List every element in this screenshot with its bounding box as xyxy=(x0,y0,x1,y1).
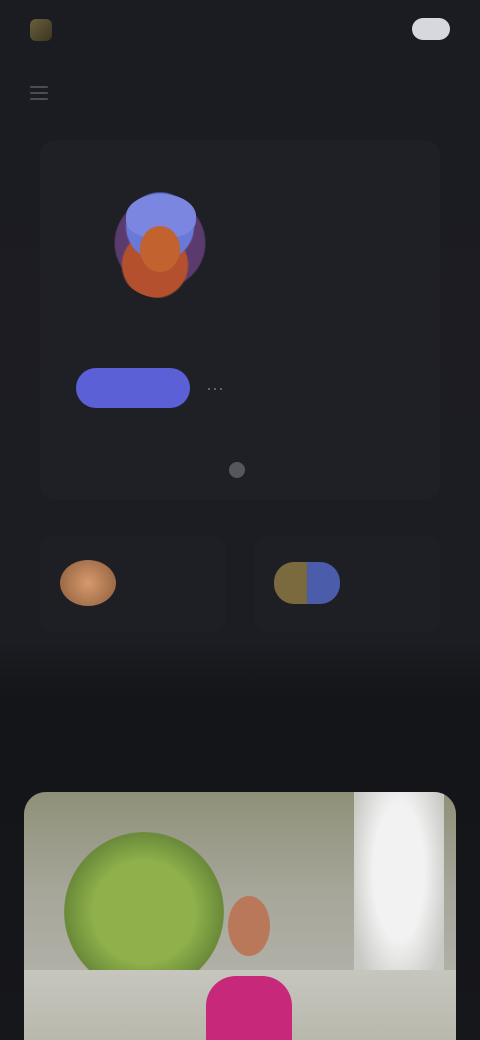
stat-1[interactable] xyxy=(276,198,396,228)
profile-screen: ··· xyxy=(0,0,480,1040)
stat-value xyxy=(276,370,396,394)
group-icon xyxy=(274,562,340,604)
feed-image-card[interactable] xyxy=(24,792,456,1040)
avatar[interactable] xyxy=(110,188,210,298)
top-actions xyxy=(402,18,450,40)
app-logo[interactable] xyxy=(30,12,142,48)
top-bar xyxy=(0,0,480,64)
profile-card: ··· xyxy=(40,140,440,500)
badge-card-1[interactable] xyxy=(40,536,226,632)
share-icon xyxy=(229,462,245,478)
logo-icon xyxy=(30,19,52,41)
follow-button[interactable] xyxy=(76,368,190,408)
feed-image-light xyxy=(354,792,444,992)
stat-3[interactable] xyxy=(276,370,396,400)
stat-value xyxy=(276,284,396,308)
stat-value xyxy=(276,198,396,222)
more-options-button[interactable]: ··· xyxy=(200,374,230,402)
badge-card-2[interactable] xyxy=(254,536,440,632)
share-button[interactable] xyxy=(210,456,270,484)
avatar-face xyxy=(140,226,180,272)
coin-icon xyxy=(60,560,116,606)
top-pill-button[interactable] xyxy=(412,18,450,40)
menu-icon[interactable] xyxy=(30,86,48,100)
username xyxy=(126,326,190,340)
feed-image-person xyxy=(194,896,304,1040)
stat-2[interactable] xyxy=(276,284,396,314)
